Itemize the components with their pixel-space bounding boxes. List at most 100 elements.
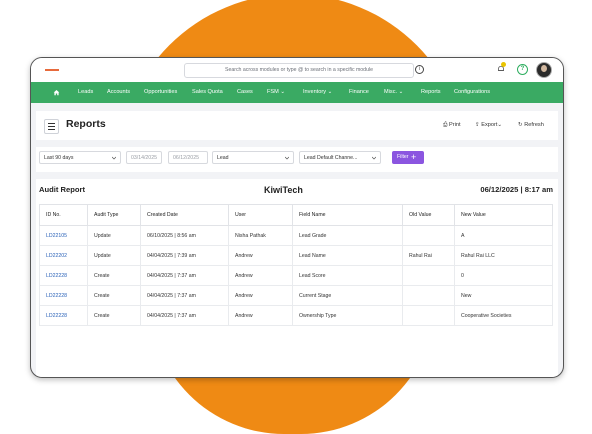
record-id-link[interactable]: LD22202: [39, 245, 88, 266]
table-row: LD22202 Update 04/04/2025 | 7:39 am Andr…: [39, 245, 553, 266]
menu-icon[interactable]: [44, 119, 59, 134]
nav-opportunities[interactable]: Opportunities: [144, 82, 177, 103]
col-header[interactable]: New Value: [454, 204, 553, 226]
date-range-value: Last 90 days: [44, 155, 74, 161]
nav-fsm[interactable]: FSM ⌄: [267, 82, 285, 103]
table-header-row: ID No. Audit Type Created Date User Fiel…: [39, 204, 553, 226]
nav-reports[interactable]: Reports: [421, 82, 441, 103]
nav-misc-label: Misc.: [384, 89, 398, 95]
table-cell: Create: [87, 265, 141, 286]
info-icon[interactable]: i: [415, 65, 424, 74]
nav-fsm-label: FSM: [267, 89, 279, 95]
page-title: Reports: [66, 118, 106, 130]
main-nav: Leads Accounts Opportunities Sales Quota…: [31, 82, 563, 103]
table-cell: Andrew: [228, 305, 293, 326]
report-title: Audit Report: [39, 185, 85, 194]
table-row: LD22228 Create 04/04/2025 | 7:37 am Andr…: [39, 305, 553, 326]
table-row: LD22105 Update 06/10/2025 | 8:56 am Nish…: [39, 225, 553, 246]
table-cell: New: [454, 285, 553, 306]
page-header: Reports ⎙ Print ⇪ Export⌄ ↻ Refresh: [36, 111, 558, 140]
record-id-link[interactable]: LD22105: [39, 225, 88, 246]
global-search-input[interactable]: Search across modules or type @ to searc…: [184, 63, 414, 78]
col-header[interactable]: Created Date: [140, 204, 229, 226]
channel-select[interactable]: Lead Default Channe...: [299, 151, 381, 164]
nav-leads[interactable]: Leads: [78, 82, 93, 103]
module-select[interactable]: Lead: [212, 151, 294, 164]
report-panel: Audit Report KiwiTech 06/12/2025 | 8:17 …: [36, 179, 558, 377]
chevron-down-icon: ⌄: [398, 89, 404, 95]
table-cell: Lead Grade: [292, 225, 403, 246]
print-button[interactable]: ⎙ Print: [443, 122, 461, 129]
col-header[interactable]: Old Value: [402, 204, 455, 226]
nav-inventory-label: Inventory: [303, 89, 327, 95]
table-cell: Create: [87, 285, 141, 306]
table-cell: Lead Name: [292, 245, 403, 266]
nav-inventory[interactable]: Inventory ⌄: [303, 82, 332, 103]
export-button[interactable]: ⇪ Export⌄: [475, 122, 502, 128]
table-cell: Rahul Rai: [402, 245, 455, 266]
filter-button[interactable]: Filter +: [392, 151, 424, 164]
col-header[interactable]: Audit Type: [87, 204, 141, 226]
chevron-down-icon: [112, 156, 116, 160]
refresh-label: Refresh: [524, 122, 544, 128]
table-cell: Ownership Type: [292, 305, 403, 326]
table-cell: A: [454, 225, 553, 246]
table-cell: 04/04/2025 | 7:37 am: [140, 285, 229, 306]
app-window: Search across modules or type @ to searc…: [30, 57, 564, 378]
home-icon[interactable]: [53, 89, 60, 96]
table-cell: 04/04/2025 | 7:37 am: [140, 305, 229, 326]
table-cell: Update: [87, 245, 141, 266]
table-row: LD22228 Create 04/04/2025 | 7:37 am Andr…: [39, 285, 553, 306]
table-cell: Cooperative Societies: [454, 305, 553, 326]
col-header[interactable]: ID No.: [39, 204, 88, 226]
plus-icon: +: [411, 152, 417, 162]
report-date: 06/12/2025 | 8:17 am: [480, 185, 553, 194]
table-cell: 0: [454, 265, 553, 286]
col-header[interactable]: User: [228, 204, 293, 226]
table-cell: [402, 225, 455, 246]
table-cell: Andrew: [228, 285, 293, 306]
module-value: Lead: [217, 155, 229, 161]
refresh-icon: ↻: [518, 122, 523, 128]
table-cell: Create: [87, 305, 141, 326]
table-cell: Andrew: [228, 265, 293, 286]
table-cell: Current Stage: [292, 285, 403, 306]
record-id-link[interactable]: LD22228: [39, 285, 88, 306]
refresh-button[interactable]: ↻ Refresh: [518, 122, 544, 128]
nav-finance[interactable]: Finance: [349, 82, 369, 103]
help-icon[interactable]: ?: [517, 64, 528, 75]
table-cell: 04/04/2025 | 7:37 am: [140, 265, 229, 286]
chevron-down-icon: [372, 156, 376, 160]
notification-badge: [501, 62, 506, 67]
nav-sales-quota[interactable]: Sales Quota: [192, 82, 223, 103]
logo: [45, 69, 59, 71]
record-id-link[interactable]: LD22228: [39, 265, 88, 286]
table-cell: Lead Score: [292, 265, 403, 286]
nav-cases[interactable]: Cases: [237, 82, 253, 103]
nav-misc[interactable]: Misc. ⌄: [384, 82, 403, 103]
chevron-down-icon: ⌄: [497, 122, 503, 128]
chevron-down-icon: [285, 156, 289, 160]
audit-table: ID No. Audit Type Created Date User Fiel…: [39, 204, 553, 326]
print-label: Print: [449, 122, 461, 128]
start-date-input[interactable]: 03/14/2025: [126, 151, 162, 164]
table-cell: Rahul Rai LLC: [454, 245, 553, 266]
table-cell: [402, 305, 455, 326]
user-avatar[interactable]: [536, 62, 552, 78]
end-date-input[interactable]: 06/12/2025: [168, 151, 208, 164]
table-cell: Update: [87, 225, 141, 246]
table-row: LD22228 Create 04/04/2025 | 7:37 am Andr…: [39, 265, 553, 286]
export-label: Export: [481, 122, 498, 128]
table-cell: 06/10/2025 | 8:56 am: [140, 225, 229, 246]
company-name: KiwiTech: [264, 185, 303, 195]
date-range-select[interactable]: Last 90 days: [39, 151, 121, 164]
nav-configurations[interactable]: Configurations: [454, 82, 490, 103]
record-id-link[interactable]: LD22228: [39, 305, 88, 326]
channel-value: Lead Default Channe...: [304, 155, 358, 161]
col-header[interactable]: Field Name: [292, 204, 403, 226]
nav-accounts[interactable]: Accounts: [107, 82, 130, 103]
table-cell: [402, 285, 455, 306]
table-cell: Andrew: [228, 245, 293, 266]
chevron-down-icon: ⌄: [327, 89, 333, 95]
printer-icon: ⎙: [443, 122, 448, 128]
